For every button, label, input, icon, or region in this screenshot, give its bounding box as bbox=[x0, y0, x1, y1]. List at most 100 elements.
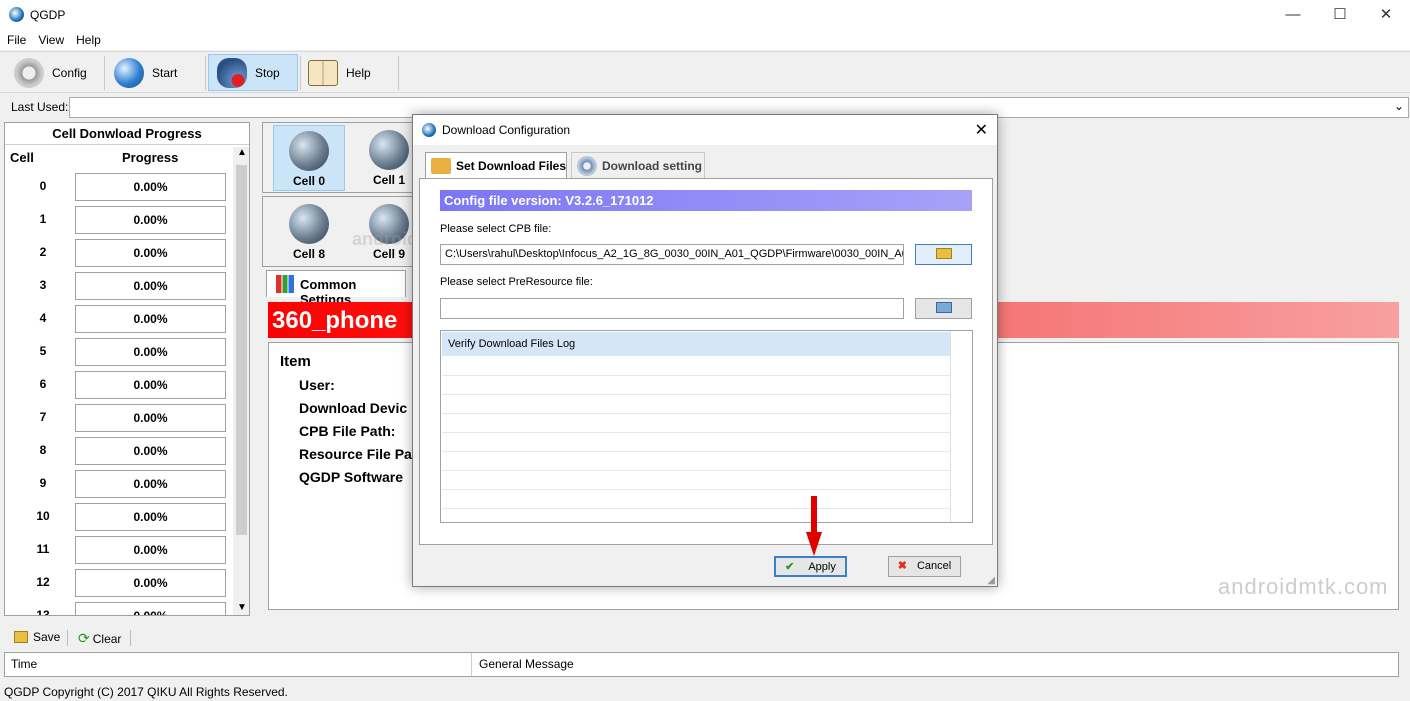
vertical-scrollbar[interactable]: ▲ ▼ bbox=[233, 147, 249, 615]
grid-line bbox=[442, 413, 950, 414]
cell-group-top: Cell 0 Cell 1 bbox=[262, 122, 414, 193]
cancel-icon: ✖ bbox=[897, 560, 907, 572]
preresource-path-field[interactable] bbox=[440, 298, 904, 319]
dialog-title-bar: Download Configuration ✕ bbox=[413, 115, 997, 145]
red-arrow-annotation bbox=[806, 496, 822, 556]
clear-button[interactable]: ⟳ Clear bbox=[78, 630, 121, 647]
cell-8-button[interactable]: Cell 8 bbox=[273, 199, 345, 265]
menu-file[interactable]: File bbox=[0, 30, 31, 47]
progress-value: 0.00% bbox=[75, 503, 226, 531]
save-icon bbox=[14, 631, 28, 643]
cpb-path-field[interactable]: C:\Users\rahul\Desktop\Infocus_A2_1G_8G_… bbox=[440, 244, 904, 265]
minimize-button[interactable]: — bbox=[1270, 0, 1316, 30]
preresource-browse-button[interactable] bbox=[915, 298, 972, 319]
column-header-progress: Progress bbox=[122, 150, 179, 165]
help-label: Help bbox=[346, 65, 371, 80]
column-header-message: General Message bbox=[479, 657, 574, 671]
close-icon[interactable]: ✕ bbox=[975, 120, 988, 140]
cpb-browse-button[interactable] bbox=[915, 244, 972, 265]
progress-row: 10 0.00% bbox=[5, 501, 233, 534]
cell-0-button[interactable]: Cell 0 bbox=[273, 125, 345, 191]
grid-line bbox=[442, 375, 950, 376]
window-title: QGDP bbox=[30, 8, 66, 22]
folder-plus-icon bbox=[431, 158, 451, 174]
cancel-button[interactable]: ✖ Cancel bbox=[888, 556, 961, 577]
stop-satellite-icon bbox=[217, 57, 247, 88]
close-button[interactable]: ✕ bbox=[1363, 0, 1409, 30]
separator bbox=[67, 630, 68, 646]
folder-plus-icon bbox=[935, 302, 952, 313]
save-button[interactable]: Save bbox=[14, 630, 60, 644]
progress-value: 0.00% bbox=[75, 338, 226, 366]
status-bar: QGDP Copyright (C) 2017 QIKU All Rights … bbox=[0, 683, 1410, 701]
resize-grip-icon[interactable]: ◢ bbox=[987, 575, 995, 586]
menu-help[interactable]: Help bbox=[69, 30, 106, 47]
apply-button[interactable]: ✔ Apply bbox=[774, 556, 847, 577]
cell-number: 0 bbox=[39, 179, 47, 193]
cpb-label: Please select CPB file: bbox=[440, 223, 552, 235]
cell-number: 5 bbox=[39, 344, 47, 358]
cell-number: 10 bbox=[36, 509, 50, 523]
clear-label: Clear bbox=[92, 632, 122, 646]
chevron-down-icon[interactable]: ⌄ bbox=[1394, 99, 1404, 113]
folder-icon bbox=[935, 248, 952, 259]
cell-number: 4 bbox=[39, 311, 47, 325]
start-button[interactable]: Start bbox=[114, 54, 202, 91]
tab-set-download-files[interactable]: Set Download Files bbox=[425, 152, 567, 178]
tab-download-setting[interactable]: Download setting bbox=[571, 152, 705, 178]
log-toolbar: Save ⟳ Clear bbox=[0, 626, 1410, 650]
start-label: Start bbox=[152, 65, 178, 80]
cell-number: 9 bbox=[39, 476, 47, 490]
progress-value: 0.00% bbox=[75, 239, 226, 267]
tab-label: Download setting bbox=[602, 159, 702, 173]
progress-row: 3 0.00% bbox=[5, 270, 233, 303]
info-resource: Resource File Pa bbox=[299, 446, 412, 462]
column-header-cell: Cell bbox=[10, 150, 34, 165]
progress-row: 11 0.00% bbox=[5, 534, 233, 567]
panel-title: Cell Donwload Progress bbox=[5, 123, 249, 145]
verify-log-list[interactable]: Verify Download Files Log bbox=[440, 330, 973, 523]
cell-number: 11 bbox=[36, 542, 50, 556]
progress-row: 7 0.00% bbox=[5, 402, 233, 435]
progress-value: 0.00% bbox=[75, 437, 226, 465]
progress-row: 9 0.00% bbox=[5, 468, 233, 501]
progress-row: 2 0.00% bbox=[5, 237, 233, 270]
grid-line bbox=[442, 508, 950, 509]
tab-common-settings[interactable]: Common Settings bbox=[266, 270, 406, 307]
scroll-down-icon[interactable]: ▼ bbox=[237, 602, 247, 613]
progress-value: 0.00% bbox=[75, 536, 226, 564]
progress-value: 0.00% bbox=[75, 602, 226, 615]
scroll-up-icon[interactable]: ▲ bbox=[237, 147, 247, 158]
separator bbox=[130, 630, 131, 646]
refresh-icon: ⟳ bbox=[78, 630, 90, 646]
watermark: androidmtk.com bbox=[1218, 574, 1389, 599]
progress-row: 4 0.00% bbox=[5, 303, 233, 336]
log-header: Verify Download Files Log bbox=[442, 332, 950, 356]
column-header-time: Time bbox=[11, 657, 38, 671]
progress-value: 0.00% bbox=[75, 272, 226, 300]
maximize-button[interactable]: ☐ bbox=[1317, 0, 1363, 30]
menu-view[interactable]: View bbox=[31, 30, 69, 47]
stop-button[interactable]: Stop bbox=[208, 54, 298, 91]
stop-label: Stop bbox=[255, 65, 280, 80]
cell-number: 13 bbox=[36, 608, 50, 616]
progress-row: 6 0.00% bbox=[5, 369, 233, 402]
globe-icon bbox=[369, 130, 409, 170]
banner-text: 360_phone bbox=[272, 307, 398, 334]
globe-icon bbox=[289, 204, 329, 244]
config-button[interactable]: Config bbox=[14, 54, 102, 91]
info-item-header: Item bbox=[280, 353, 311, 370]
progress-row: 0 0.00% bbox=[5, 171, 233, 204]
app-icon bbox=[422, 123, 436, 137]
app-icon bbox=[9, 7, 24, 22]
help-button[interactable]: Help bbox=[308, 54, 396, 91]
grid-line bbox=[442, 451, 950, 452]
info-user: User: bbox=[299, 377, 335, 393]
grid-line bbox=[442, 394, 950, 395]
bar-chart-icon bbox=[276, 275, 294, 293]
log-table: Time General Message bbox=[4, 652, 1399, 677]
scrollbar-thumb[interactable] bbox=[236, 165, 247, 535]
column-divider bbox=[471, 653, 472, 676]
globe-icon bbox=[289, 131, 329, 171]
cell-progress-panel: Cell Donwload Progress Cell Progress 0 0.… bbox=[4, 122, 250, 616]
